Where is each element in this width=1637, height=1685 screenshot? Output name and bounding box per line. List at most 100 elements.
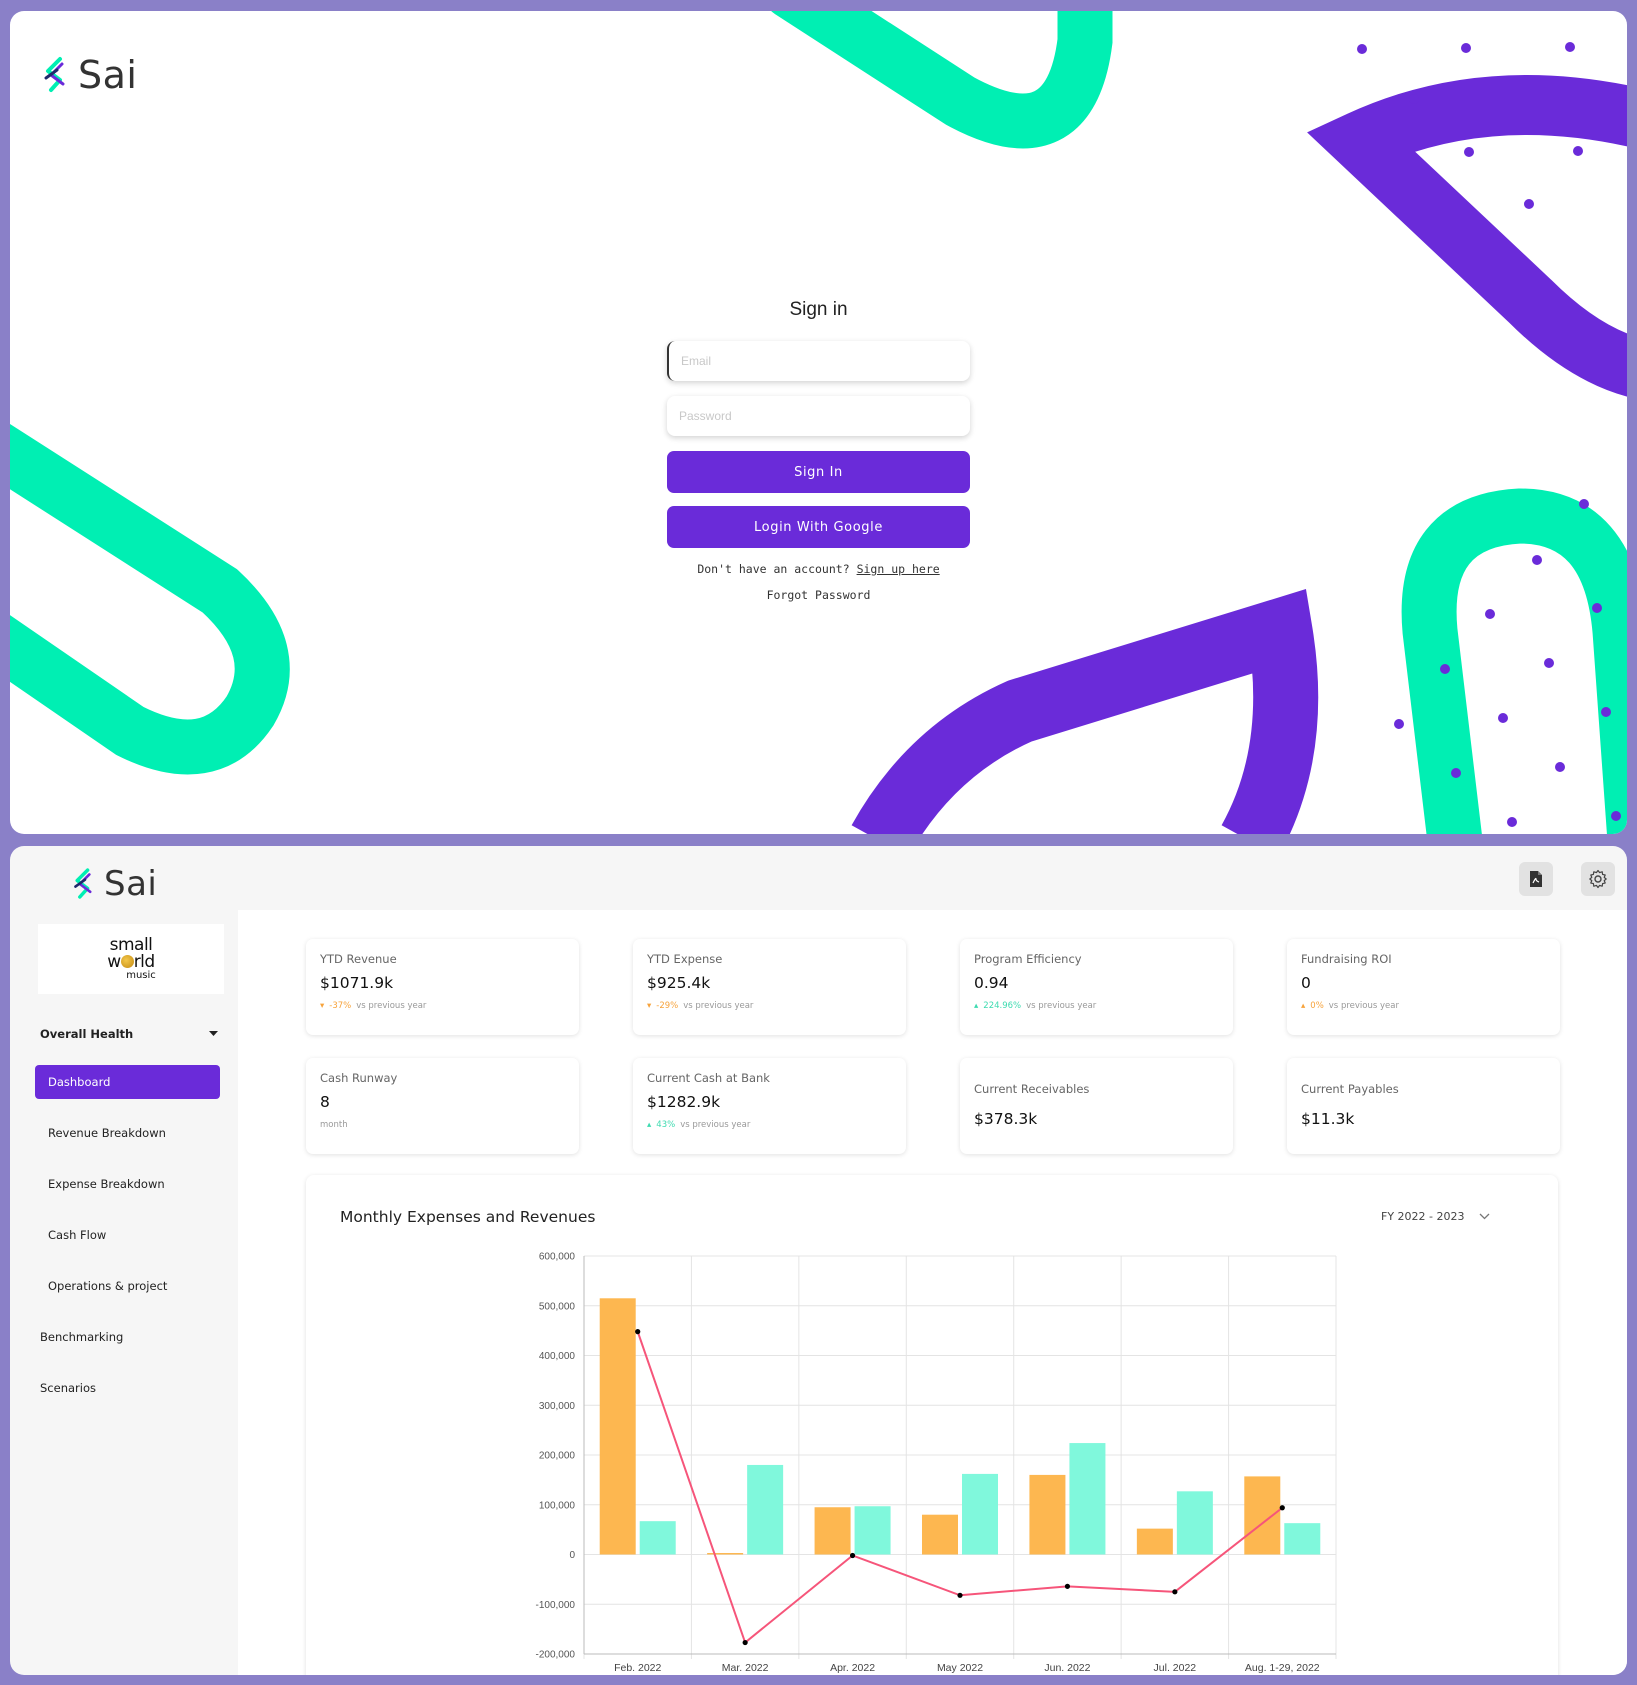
line-point: [1172, 1589, 1178, 1595]
chart-title: Monthly Expenses and Revenues: [340, 1208, 596, 1226]
bar-expenses: [854, 1506, 891, 1555]
line-point: [635, 1329, 641, 1335]
line-point: [742, 1639, 748, 1646]
kpi-value: 0.94: [974, 974, 1009, 992]
kpi-change: ▴ 0% vs previous year: [1301, 1001, 1546, 1011]
y-tick-label: -100,000: [536, 1600, 576, 1611]
kpi-change-value: 224.96%: [983, 1001, 1022, 1011]
signin-form: Sign in Sign In Login With Google Don't …: [667, 299, 970, 602]
sidebar-item-scenarios[interactable]: Scenarios: [40, 1362, 238, 1413]
kpi-label: Current Receivables: [974, 1082, 1090, 1096]
kpi-value: $1071.9k: [320, 974, 394, 992]
settings-button[interactable]: [1581, 862, 1615, 896]
sidebar-item-cash-flow[interactable]: Cash Flow: [48, 1209, 238, 1260]
monthly-chart: 600,000 500,000 400,000 300,000 200,000 100,0…: [536, 1252, 1337, 1674]
fiscal-year-value: FY 2022 - 2023: [1381, 1210, 1465, 1223]
kpi-change: ▴ 43% vs previous year: [647, 1120, 892, 1130]
kpi-label: Program Efficiency: [974, 952, 1082, 966]
kpi-change-value: 43%: [656, 1120, 676, 1130]
kpi-card-receivables: Current Receivables $378.3k: [960, 1058, 1233, 1154]
kpi-change-value: 0%: [1310, 1001, 1324, 1011]
bar-expenses: [639, 1521, 676, 1555]
brand-logo: Sai: [72, 864, 157, 904]
sai-logo-icon: [74, 868, 92, 899]
caret-down-icon: [209, 1031, 218, 1036]
bar-expenses: [962, 1473, 998, 1555]
kpi-change: ▴ 224.96% vs previous year: [974, 1001, 1219, 1011]
email-field[interactable]: [667, 341, 970, 381]
y-tick-label: 200,000: [539, 1451, 576, 1462]
bar-expenses: [1069, 1443, 1106, 1555]
trend-up-icon: ▴: [974, 1001, 979, 1011]
line-point: [1064, 1583, 1071, 1589]
kpi-card-fundraising-roi: Fundraising ROI 0 ▴ 0% vs previous year: [1287, 939, 1560, 1035]
line-point: [1279, 1505, 1285, 1511]
bar-revenue: [707, 1553, 744, 1555]
kpi-value: $1282.9k: [647, 1093, 721, 1111]
org-logo-line3: music: [126, 970, 156, 981]
export-pdf-button[interactable]: [1519, 862, 1553, 896]
brand-name: Sai: [78, 53, 138, 97]
chevron-down-icon: [1479, 1213, 1489, 1220]
line-point: [957, 1592, 963, 1598]
teal-arc-top: [771, 11, 1113, 149]
kpi-change-note: vs previous year: [680, 1120, 751, 1130]
kpi-change-note: vs previous year: [1328, 1001, 1399, 1011]
y-tick-label: 0: [569, 1550, 575, 1561]
kpi-change-note: vs previous year: [683, 1001, 754, 1011]
signup-prompt: Don't have an account? Sign up here: [667, 562, 970, 576]
bar-revenue: [814, 1507, 851, 1555]
line-point: [849, 1552, 856, 1559]
no-account-text: Don't have an account?: [697, 562, 850, 576]
x-tick-label: Apr. 2022: [830, 1662, 875, 1674]
monthly-chart-card: 600,000 500,000 400,000 300,000 200,000 100,0…: [306, 1175, 1558, 1675]
kpi-label: YTD Expense: [647, 952, 723, 966]
kpi-card-cash-runway: Cash Runway 8 month: [306, 1058, 579, 1154]
sidebar-item-benchmarking[interactable]: Benchmarking: [40, 1311, 238, 1362]
sidebar-item-operations[interactable]: Operations & project: [48, 1260, 238, 1311]
kpi-label: Current Cash at Bank: [647, 1071, 770, 1085]
kpi-label: Fundraising ROI: [1301, 952, 1392, 966]
kpi-value: 8: [320, 1093, 330, 1111]
bar-expenses: [747, 1464, 784, 1555]
y-tick-label: 100,000: [539, 1500, 576, 1511]
kpi-value: $378.3k: [974, 1110, 1038, 1128]
sidebar-item-dashboard[interactable]: Dashboard: [35, 1065, 220, 1099]
signup-link[interactable]: Sign up here: [857, 562, 940, 576]
sidebar-item-revenue-breakdown[interactable]: Revenue Breakdown: [48, 1107, 238, 1158]
x-tick-label: Jul. 2022: [1154, 1662, 1197, 1674]
fiscal-year-select[interactable]: FY 2022 - 2023: [1381, 1210, 1490, 1223]
sidebar: small w rld music Overall Health Dashboar…: [30, 924, 238, 1675]
gear-icon: [1589, 869, 1607, 889]
brand-logo: Sai: [42, 53, 137, 97]
main-content: YTD Revenue $1071.9k ▾ -37% vs previous y…: [238, 910, 1627, 1675]
overall-health-toggle[interactable]: Overall Health: [40, 1027, 218, 1041]
bar-revenue: [1136, 1528, 1173, 1555]
password-field[interactable]: [667, 396, 970, 436]
google-login-button[interactable]: Login With Google: [667, 506, 970, 548]
kpi-unit: month: [320, 1120, 565, 1130]
purple-arc-top-right: [1307, 75, 1627, 397]
signin-title: Sign in: [789, 299, 848, 320]
dashboard-screen: Sai small w rld music Overall Health Dash…: [10, 846, 1627, 1675]
org-logo-line2-end: rld: [133, 952, 156, 972]
organization-logo: small w rld music: [38, 924, 224, 994]
x-tick-label: Mar. 2022: [722, 1662, 769, 1674]
y-tick-label: 600,000: [539, 1252, 576, 1263]
teal-arc-left: [10, 423, 290, 775]
forgot-password-link[interactable]: Forgot Password: [667, 588, 970, 602]
org-logo-line2-start: w: [107, 952, 121, 972]
sai-logo-icon: [44, 57, 65, 92]
globe-icon: [120, 955, 134, 968]
sidebar-item-expense-breakdown[interactable]: Expense Breakdown: [48, 1158, 238, 1209]
kpi-change-value: -37%: [329, 1001, 352, 1011]
teal-arc-right: [1401, 488, 1627, 834]
kpi-unit-text: month: [320, 1120, 348, 1130]
x-tick-label: Jun. 2022: [1044, 1662, 1090, 1674]
kpi-change-note: vs previous year: [1026, 1001, 1097, 1011]
kpi-change: ▾ -37% vs previous year: [320, 1001, 565, 1011]
trend-down-icon: ▾: [647, 1001, 652, 1011]
kpi-value: 0: [1301, 974, 1311, 992]
signin-button[interactable]: Sign In: [667, 451, 970, 493]
kpi-change-value: -29%: [656, 1001, 679, 1011]
